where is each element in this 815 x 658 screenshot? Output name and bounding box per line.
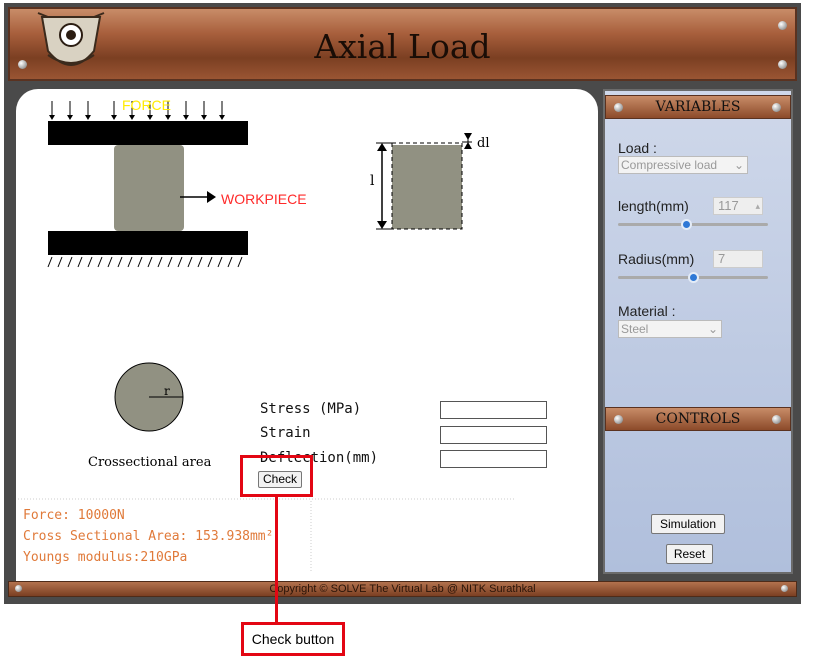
copyright-bar: Copyright © SOLVE The Virtual Lab @ NITK… bbox=[8, 581, 797, 597]
controls-header: CONTROLS bbox=[605, 407, 791, 431]
app-title: Axial Load bbox=[314, 27, 491, 66]
workpiece-label: WORKPIECE bbox=[221, 191, 307, 207]
copyright-text: Copyright © SOLVE The Virtual Lab @ NITK… bbox=[269, 583, 536, 595]
chevron-down-icon: ⌄ bbox=[707, 322, 718, 336]
length-slider-track[interactable] bbox=[618, 223, 768, 226]
rivet-icon bbox=[772, 103, 781, 112]
material-label: Material : bbox=[618, 303, 676, 319]
variables-header: VARIABLES bbox=[605, 95, 791, 119]
r-label: r bbox=[164, 384, 170, 398]
check-button-highlight bbox=[240, 455, 313, 497]
rivet-icon bbox=[781, 585, 788, 592]
ground-hatch bbox=[47, 256, 243, 268]
side-panel: VARIABLES Load : Compressive load ⌄ lengt… bbox=[603, 89, 793, 574]
bottom-platen bbox=[48, 231, 248, 255]
title-bar: Axial Load bbox=[8, 7, 797, 81]
strain-input[interactable] bbox=[440, 426, 547, 444]
workpiece-arrow-icon bbox=[207, 191, 216, 203]
crossection-label: Crossectional area bbox=[88, 455, 212, 470]
rivet-icon bbox=[772, 415, 781, 424]
radius-spinner[interactable]: 7 bbox=[713, 250, 763, 268]
simulation-button[interactable]: Simulation bbox=[651, 514, 725, 534]
dl-label: dl bbox=[477, 136, 490, 151]
l-label: l bbox=[370, 173, 375, 189]
stress-input[interactable] bbox=[440, 401, 547, 419]
rivet-icon bbox=[15, 585, 22, 592]
length-spinner[interactable]: 117 ▴ bbox=[713, 197, 763, 215]
rivet-icon bbox=[614, 415, 623, 424]
workpiece-shape bbox=[114, 145, 184, 231]
reset-button[interactable]: Reset bbox=[666, 544, 713, 564]
specimen-shape bbox=[392, 145, 462, 229]
load-select[interactable]: Compressive load ⌄ bbox=[618, 156, 748, 174]
callout-label: Check button bbox=[241, 622, 345, 656]
top-platen bbox=[48, 121, 248, 145]
load-label: Load : bbox=[618, 140, 657, 156]
simulation-canvas: FORCE WORKPIECE dl l r Crossectional are… bbox=[16, 89, 598, 585]
length-slider-thumb[interactable] bbox=[680, 219, 692, 230]
app-window: Axial Load FORCE WORKPIECE dl l r Crosse… bbox=[4, 3, 801, 604]
force-label: FORCE bbox=[122, 97, 171, 113]
deflection-input[interactable] bbox=[440, 450, 547, 468]
radius-label: Radius(mm) bbox=[618, 251, 695, 267]
chevron-down-icon: ⌄ bbox=[733, 158, 744, 172]
modulus-info: Youngs modulus:210GPa bbox=[23, 550, 188, 565]
strain-label: Strain bbox=[260, 425, 311, 441]
length-label: length(mm) bbox=[618, 198, 689, 214]
radius-slider-thumb[interactable] bbox=[687, 272, 699, 283]
area-info: Cross Sectional Area: 153.938mm² bbox=[23, 529, 274, 544]
material-select[interactable]: Steel ⌄ bbox=[618, 320, 722, 338]
force-info: Force: 10000N bbox=[23, 508, 125, 523]
stress-label: Stress (MPa) bbox=[260, 401, 362, 417]
rivet-icon bbox=[614, 103, 623, 112]
callout-line bbox=[275, 497, 278, 622]
